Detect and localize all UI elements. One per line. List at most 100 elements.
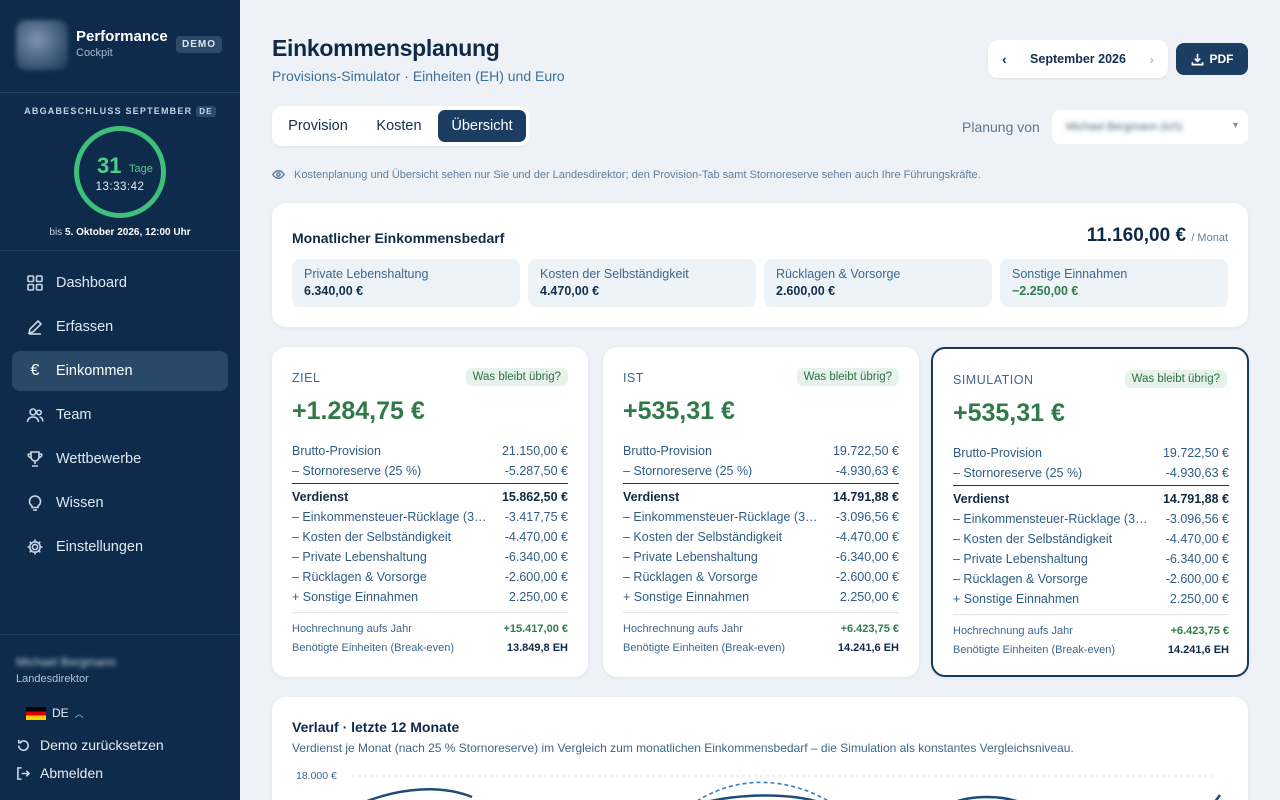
trophy-icon: [26, 450, 44, 468]
footer-divider: [623, 612, 899, 613]
calc-row: + Sonstige Einnahmen 2.250,00 €: [623, 587, 899, 607]
pen-icon: [26, 318, 44, 336]
calc-row-value: -3.096,56 €: [1165, 512, 1229, 526]
calc-row: – Private Lebenshaltung -6.340,00 €: [623, 547, 899, 567]
tab-provision[interactable]: Provision: [278, 110, 358, 142]
calc-row-value: -4.470,00 €: [1165, 532, 1229, 546]
income-need-period: / Monat: [1191, 232, 1228, 244]
calc-row-label: – Rücklagen & Vorsorge: [953, 572, 1088, 586]
income-need-card: Monatlicher Einkommensbedarf 11.160,00 €…: [272, 203, 1248, 327]
calc-row-label: – Rücklagen & Vorsorge: [623, 570, 758, 584]
calc-divider: [623, 483, 899, 484]
need-item-label: Private Lebenshaltung: [304, 267, 429, 281]
need-item-value: 4.470,00 €: [540, 284, 600, 298]
tab-uebersicht[interactable]: Übersicht: [438, 110, 526, 142]
calc-row-value: -3.417,75 €: [504, 510, 568, 524]
calc-row: + Sonstige Einnahmen 2.250,00 €: [292, 587, 568, 607]
calc-divider: [292, 483, 568, 484]
calc-row-value: 19.722,50 €: [1162, 446, 1229, 460]
calc-divider: [953, 485, 1229, 486]
sidebar-item-label: Wissen: [56, 495, 104, 511]
user-name: Michael Bergmann: [16, 655, 117, 669]
visibility-hint: Kostenplanung und Übersicht sehen nur Si…: [272, 168, 981, 181]
calc-row-value: 2.250,00 €: [839, 590, 899, 604]
calc-row-label: + Sonstige Einnahmen: [953, 592, 1080, 606]
calc-rows: Brutto-Provision 21.150,00 € – Stornores…: [292, 441, 568, 607]
chart-title: Verlauf · letzte 12 Monate: [292, 719, 460, 735]
breakeven-label: Benötigte Einheiten (Break-even): [292, 642, 455, 654]
calc-row-label: – Stornoreserve (25 %): [953, 466, 1083, 480]
planning-person-select[interactable]: Michael Bergmann (ich) ▾: [1052, 110, 1248, 144]
sidebar-item-erfassen[interactable]: Erfassen: [12, 307, 228, 347]
calc-row-label: – Private Lebenshaltung: [292, 550, 427, 564]
deadline-label-text: ABGABESCHLUSS SEPTEMBER: [24, 106, 193, 116]
calc-row-label: – Einkommensteuer-Rücklage (30 %): [623, 510, 823, 524]
deadline-until: bis 5. Oktober 2026, 12:00 Uhr: [0, 227, 240, 238]
pdf-export-button[interactable]: PDF: [1176, 43, 1248, 75]
result-card-heading: ZIEL: [292, 371, 321, 385]
calc-row-label: Verdienst: [292, 490, 349, 504]
calc-row-value: -3.096,56 €: [835, 510, 899, 524]
logout-button[interactable]: Abmelden: [16, 765, 103, 781]
need-item-value: −2.250,00 €: [1012, 284, 1079, 298]
calc-row: – Rücklagen & Vorsorge -2.600,00 €: [623, 567, 899, 587]
calc-row-label: + Sonstige Einnahmen: [623, 590, 750, 604]
result-card-heading: IST: [623, 371, 644, 385]
previous-month-button[interactable]: ‹: [1002, 51, 1007, 67]
sidebar-item-wettbewerbe[interactable]: Wettbewerbe: [12, 439, 228, 479]
annual-projection-value: +6.423,75 €: [840, 623, 899, 635]
calc-row-value: -5.287,50 €: [504, 464, 568, 478]
until-date: 5. Oktober 2026, 12:00 Uhr: [64, 227, 191, 238]
need-item-label: Kosten der Selbständigkeit: [540, 267, 689, 281]
calc-row: – Stornoreserve (25 %) -5.287,50 €: [292, 461, 568, 481]
breakeven-units: Benötigte Einheiten (Break-even) 14.241,…: [623, 642, 899, 654]
need-item-label: Sonstige Einnahmen: [1012, 267, 1128, 281]
leftover-pill[interactable]: Was bleibt übrig?: [796, 368, 899, 386]
calc-row-value: 15.862,50 €: [501, 490, 568, 504]
chart-series-line: [366, 788, 473, 800]
calc-row-value: -2.600,00 €: [835, 570, 899, 584]
tab-kosten[interactable]: Kosten: [364, 110, 434, 142]
next-month-button[interactable]: ›: [1149, 51, 1154, 67]
calc-row: – Rücklagen & Vorsorge -2.600,00 €: [953, 569, 1229, 589]
calc-row: Brutto-Provision 19.722,50 €: [953, 443, 1229, 463]
pdf-label: PDF: [1209, 52, 1234, 66]
sidebar-item-team[interactable]: Team: [12, 395, 228, 435]
calc-rows: Brutto-Provision 19.722,50 € – Stornores…: [953, 443, 1229, 609]
result-card-ziel: ZIEL Was bleibt übrig? +1.284,75 € Brutt…: [272, 347, 588, 677]
history-chart-card: Verlauf · letzte 12 Monate Verdienst je …: [272, 697, 1248, 800]
brand-name: Performance: [76, 28, 168, 45]
leftover-pill[interactable]: Was bleibt übrig?: [1124, 370, 1227, 388]
euro-icon: €: [30, 362, 40, 379]
calc-row-label: – Einkommensteuer-Rücklage (30 %): [953, 512, 1153, 526]
calc-row: Brutto-Provision 19.722,50 €: [623, 441, 899, 461]
income-need-total: 11.160,00 € / Monat: [1087, 225, 1228, 247]
calc-row-value: 21.150,00 €: [501, 444, 568, 458]
sidebar-item-label: Erfassen: [56, 319, 114, 335]
annual-projection: Hochrechnung aufs Jahr +15.417,00 €: [292, 623, 568, 635]
brand[interactable]: Performance Cockpit DEMO: [16, 18, 226, 74]
calc-row-value: -2.600,00 €: [1165, 572, 1229, 586]
leftover-pill[interactable]: Was bleibt übrig?: [465, 368, 568, 386]
reset-demo-label: Demo zurücksetzen: [40, 737, 164, 753]
breakeven-units: Benötigte Einheiten (Break-even) 14.241,…: [953, 644, 1229, 656]
tab-bar: Provision Kosten Übersicht: [272, 106, 530, 146]
sidebar-item-einkommen[interactable]: € Einkommen: [12, 351, 228, 391]
sidebar-item-einstellungen[interactable]: Einstellungen: [12, 527, 228, 567]
need-item-label: Rücklagen & Vorsorge: [776, 267, 901, 281]
calc-row: – Rücklagen & Vorsorge -2.600,00 €: [292, 567, 568, 587]
calc-row-value: -6.340,00 €: [835, 550, 899, 564]
calc-row-value: -4.930,63 €: [835, 464, 899, 478]
result-card-simulation: SIMULATION Was bleibt übrig? +535,31 € B…: [931, 347, 1249, 677]
calc-row: – Kosten der Selbständigkeit -4.470,00 €: [953, 529, 1229, 549]
sidebar-item-wissen[interactable]: Wissen: [12, 483, 228, 523]
breakeven-value: 14.241,6 EH: [837, 642, 899, 654]
reset-demo-button[interactable]: Demo zurücksetzen: [16, 737, 164, 753]
annual-projection: Hochrechnung aufs Jahr +6.423,75 €: [953, 625, 1229, 637]
download-icon: [1191, 53, 1203, 65]
deadline-label: ABGABESCHLUSS SEPTEMBER DE: [0, 106, 240, 117]
language-switcher[interactable]: DE ︿: [26, 706, 84, 720]
sidebar-item-label: Dashboard: [56, 275, 127, 291]
calc-row-label: – Kosten der Selbständigkeit: [292, 530, 452, 544]
sidebar-item-dashboard[interactable]: Dashboard: [12, 263, 228, 303]
